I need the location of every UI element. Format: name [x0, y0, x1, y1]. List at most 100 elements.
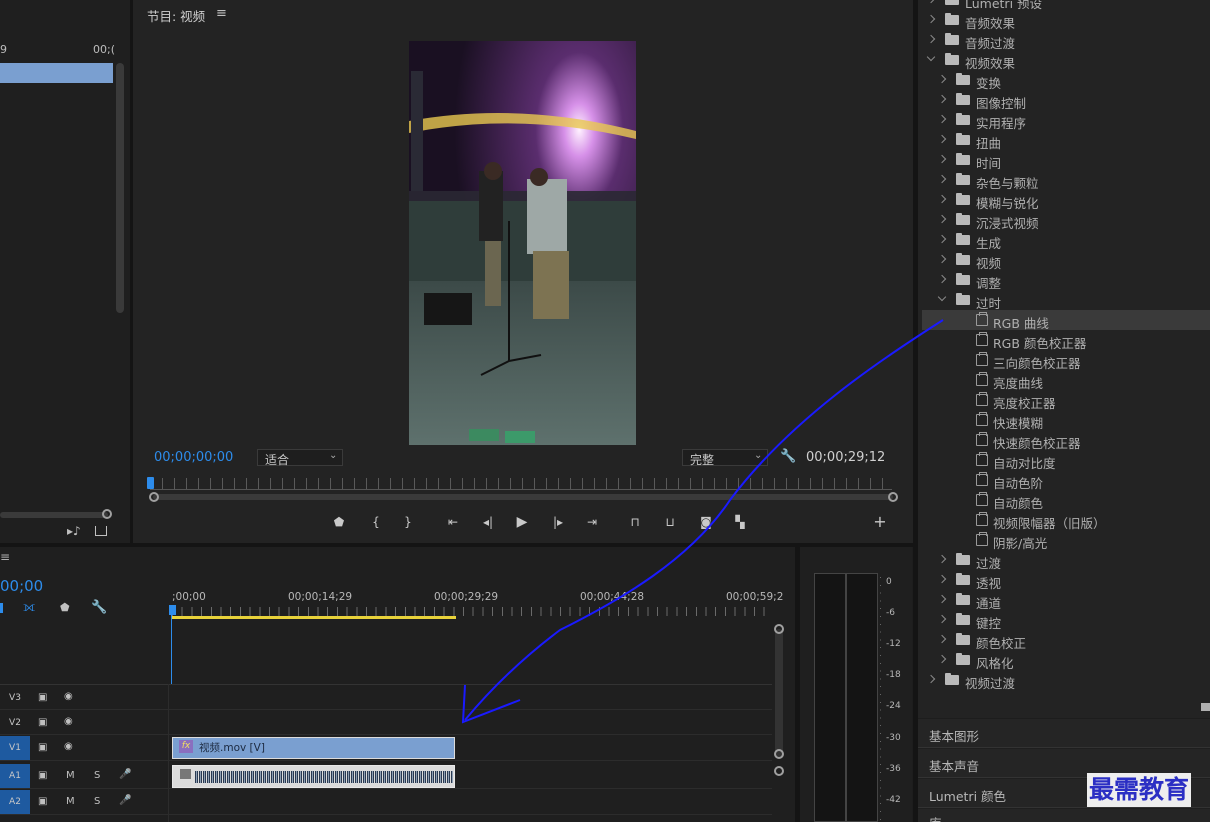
sync-lock-icon[interactable]: ▣ — [38, 770, 47, 781]
microphone-icon[interactable]: 🎤 — [119, 769, 131, 780]
effect-folder[interactable]: 模糊与锐化 — [922, 190, 1210, 211]
effect-item[interactable]: 阴影/高光 — [922, 530, 1210, 551]
mute-button[interactable]: M — [66, 770, 75, 781]
effect-folder[interactable]: 视频过渡 — [922, 670, 1210, 691]
chevron-right-icon[interactable] — [937, 214, 947, 224]
chevron-right-icon[interactable] — [937, 174, 947, 184]
chevron-right-icon[interactable] — [937, 614, 947, 624]
effect-folder[interactable]: 图像控制 — [922, 90, 1210, 111]
chevron-right-icon[interactable] — [937, 554, 947, 564]
play-icon[interactable]: ▶ — [513, 513, 531, 531]
chevron-right-icon[interactable] — [937, 194, 947, 204]
effect-folder[interactable]: 视频 — [922, 250, 1210, 271]
chevron-right-icon[interactable] — [937, 634, 947, 644]
effect-folder[interactable]: 透视 — [922, 570, 1210, 591]
effect-folder[interactable]: 键控 — [922, 610, 1210, 631]
chevron-down-icon[interactable] — [926, 52, 936, 62]
program-monitor-title[interactable]: 节目: 视频 — [147, 6, 205, 25]
extract-icon[interactable]: ⊔ — [661, 513, 679, 531]
sync-lock-icon[interactable]: ▣ — [38, 717, 47, 728]
monitor-zoom-bar[interactable] — [153, 494, 893, 500]
effect-folder[interactable]: 过时 — [922, 290, 1210, 311]
new-bin-icon[interactable] — [1201, 703, 1210, 711]
track-target-a1[interactable]: A1 — [0, 764, 30, 788]
chevron-right-icon[interactable] — [937, 154, 947, 164]
chevron-down-icon[interactable] — [937, 292, 947, 302]
monitor-playhead[interactable] — [147, 477, 154, 489]
add-marker-icon[interactable]: ⬟ — [330, 513, 348, 531]
effect-folder[interactable]: 音频效果 — [922, 10, 1210, 31]
zoom-bar-right-handle[interactable] — [888, 492, 898, 502]
chevron-right-icon[interactable] — [926, 14, 936, 24]
snap-icon[interactable] — [0, 603, 3, 613]
effect-item[interactable]: RGB 曲线 — [922, 310, 1210, 331]
effect-folder[interactable]: 通道 — [922, 590, 1210, 611]
effect-folder[interactable]: Lumetri 预设 — [922, 0, 1210, 11]
chevron-right-icon[interactable] — [926, 674, 936, 684]
chevron-right-icon[interactable] — [926, 34, 936, 44]
effect-item[interactable]: 快速颜色校正器 — [922, 430, 1210, 451]
quality-select[interactable]: 完整 ⌄ — [682, 449, 768, 467]
chevron-right-icon[interactable] — [937, 254, 947, 264]
sync-lock-icon[interactable]: ▣ — [38, 692, 47, 703]
mute-button[interactable]: M — [66, 796, 75, 807]
zoom-bar-left-handle[interactable] — [149, 492, 159, 502]
effect-folder[interactable]: 沉浸式视频 — [922, 210, 1210, 231]
effect-folder[interactable]: 扭曲 — [922, 130, 1210, 151]
eye-icon[interactable]: ◉ — [64, 741, 73, 752]
effect-folder[interactable]: 杂色与颗粒 — [922, 170, 1210, 191]
track-target-v2[interactable]: V2 — [0, 711, 30, 735]
eye-icon[interactable]: ◉ — [64, 716, 73, 727]
lift-icon[interactable]: ⊓ — [626, 513, 644, 531]
chevron-right-icon[interactable] — [937, 94, 947, 104]
comparison-view-icon[interactable]: ▚ — [731, 513, 749, 531]
effect-item[interactable]: 亮度校正器 — [922, 390, 1210, 411]
track-target-v3[interactable]: V3 — [0, 686, 30, 710]
chevron-right-icon[interactable] — [937, 274, 947, 284]
timeline-ruler[interactable] — [172, 607, 772, 616]
effect-folder[interactable]: 调整 — [922, 270, 1210, 291]
step-forward-icon[interactable]: |▸ — [549, 513, 567, 531]
work-area-bar[interactable] — [172, 616, 456, 619]
track-target-a2[interactable]: A2 — [0, 790, 30, 814]
effect-folder[interactable]: 实用程序 — [922, 110, 1210, 131]
camera-icon[interactable]: ◙ — [697, 513, 715, 531]
effect-folder[interactable]: 颜色校正 — [922, 630, 1210, 651]
solo-button[interactable]: S — [94, 796, 100, 807]
chevron-right-icon[interactable] — [937, 654, 947, 664]
effect-folder[interactable]: 生成 — [922, 230, 1210, 251]
monitor-time-ruler[interactable] — [150, 478, 892, 490]
panel-menu-icon[interactable]: ≡ — [0, 550, 10, 564]
panel-divider[interactable] — [130, 0, 133, 543]
chevron-right-icon[interactable] — [937, 574, 947, 584]
go-to-out-icon[interactable]: ⇥ — [583, 513, 601, 531]
solo-button[interactable]: S — [94, 770, 100, 781]
track-target-v1[interactable]: V1 — [0, 736, 30, 760]
panel-divider[interactable] — [0, 543, 913, 547]
step-back-icon[interactable]: ◂| — [479, 513, 497, 531]
timeline-settings-icon[interactable]: 🔧 — [91, 600, 107, 615]
source-vscroll[interactable] — [116, 63, 124, 313]
eye-icon[interactable]: ◉ — [64, 691, 73, 702]
chevron-right-icon[interactable] — [937, 594, 947, 604]
source-work-bar[interactable] — [0, 63, 113, 83]
source-hscroll-handle[interactable] — [102, 509, 112, 519]
vscroll-handle-top[interactable] — [774, 624, 784, 634]
effect-item[interactable]: RGB 颜色校正器 — [922, 330, 1210, 351]
chevron-right-icon[interactable] — [926, 0, 936, 4]
effect-folder[interactable]: 音频过渡 — [922, 30, 1210, 51]
effect-item[interactable]: 快速模糊 — [922, 410, 1210, 431]
panel-menu-icon[interactable]: ≡ — [216, 6, 227, 21]
effect-item[interactable]: 三向颜色校正器 — [922, 350, 1210, 371]
video-clip[interactable]: fx 视频.mov [V] — [172, 737, 455, 759]
effect-folder[interactable]: 变换 — [922, 70, 1210, 91]
effect-item[interactable]: 自动颜色 — [922, 490, 1210, 511]
effect-folder[interactable]: 过渡 — [922, 550, 1210, 571]
chevron-right-icon[interactable] — [937, 234, 947, 244]
linked-selection-icon[interactable]: ⟗ — [23, 599, 35, 615]
zoom-select[interactable]: 适合 ⌄ — [257, 449, 343, 467]
mark-out-icon[interactable]: } — [399, 513, 417, 531]
vscroll-handle-bottom[interactable] — [774, 749, 784, 759]
current-timecode[interactable]: 00;00;00;00 — [154, 450, 233, 465]
effect-item[interactable]: 自动对比度 — [922, 450, 1210, 471]
